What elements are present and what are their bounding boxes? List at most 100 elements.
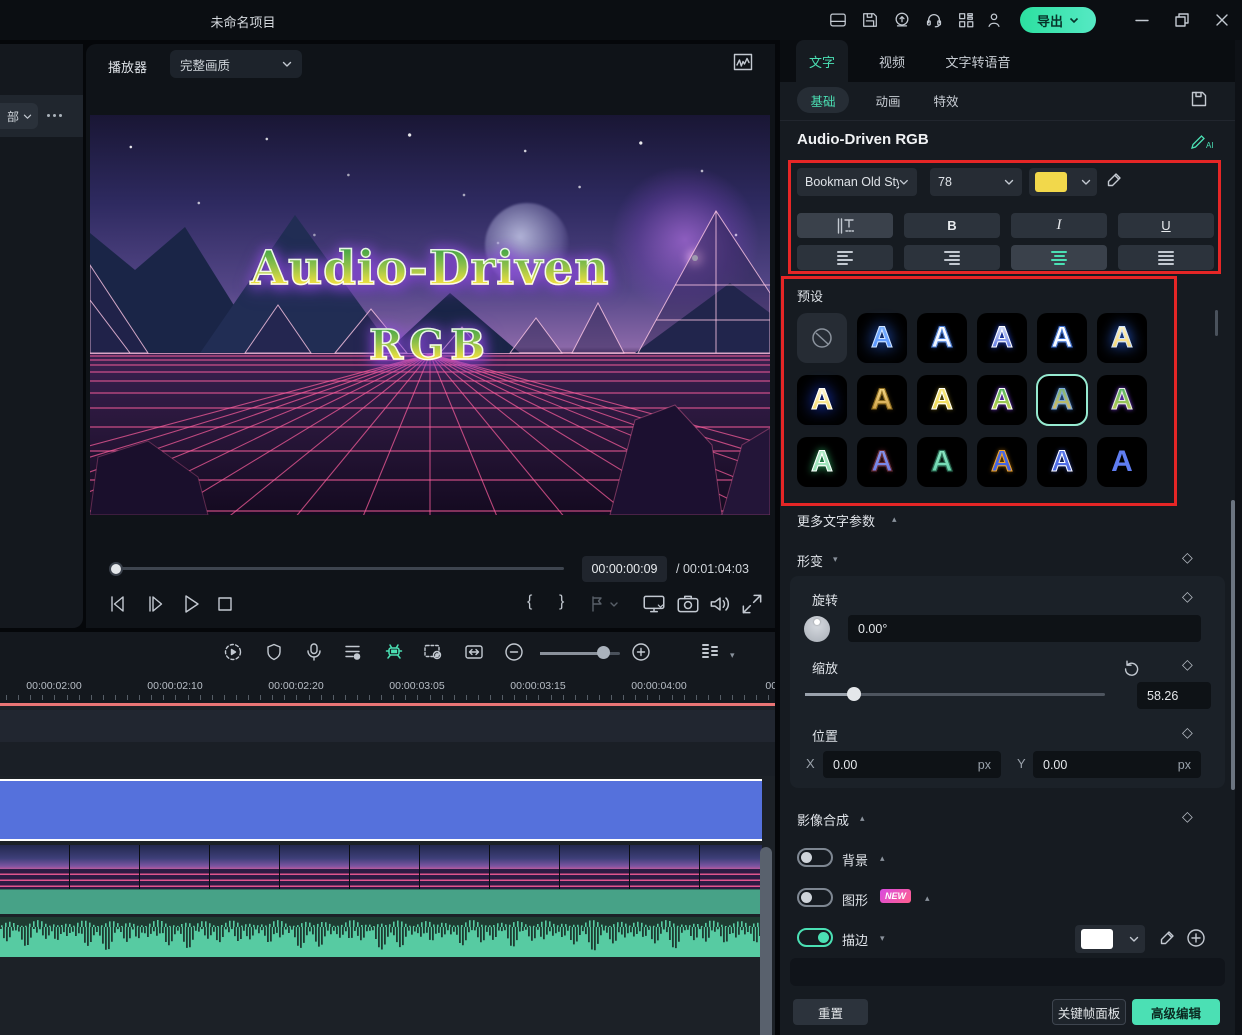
transform-caret-icon[interactable]: ▾ bbox=[833, 554, 838, 565]
advanced-edit-button[interactable]: 高级编辑 bbox=[1132, 999, 1220, 1025]
marker-chevron-icon[interactable] bbox=[608, 591, 620, 617]
add-stroke-icon[interactable] bbox=[1186, 928, 1206, 948]
tab-video[interactable]: 视频 bbox=[866, 40, 918, 82]
save-preset-icon[interactable] bbox=[1190, 90, 1208, 108]
zoom-in-icon[interactable] bbox=[631, 642, 651, 662]
preset-tile[interactable]: A bbox=[1097, 313, 1147, 363]
subtab-effects[interactable]: 特效 bbox=[924, 87, 968, 113]
marker-flag-icon[interactable] bbox=[264, 642, 284, 662]
preset-tile[interactable]: A bbox=[797, 375, 847, 425]
background-caret-icon[interactable]: ▴ bbox=[880, 853, 885, 864]
rotate-knob[interactable] bbox=[804, 616, 830, 642]
preset-tile[interactable]: A bbox=[977, 375, 1027, 425]
track-manager-icon[interactable] bbox=[700, 642, 720, 662]
scale-slider-handle[interactable] bbox=[847, 687, 861, 701]
preset-tile[interactable]: A bbox=[1097, 437, 1147, 487]
volume-button[interactable] bbox=[707, 591, 733, 617]
reset-scale-icon[interactable] bbox=[1121, 658, 1139, 676]
subtab-animation[interactable]: 动画 bbox=[866, 87, 910, 113]
display-device-button[interactable] bbox=[641, 591, 667, 617]
scale-keyframe-icon[interactable]: ◇ bbox=[1182, 656, 1193, 673]
align-justify-button[interactable] bbox=[1118, 245, 1214, 270]
panel-scrollbar[interactable] bbox=[1231, 500, 1235, 790]
transform-keyframe-icon[interactable]: ◇ bbox=[1182, 549, 1193, 566]
text-clip-selected[interactable] bbox=[0, 779, 762, 841]
preset-tile[interactable]: A bbox=[917, 375, 967, 425]
restore-icon[interactable] bbox=[1174, 12, 1190, 28]
shape-caret-icon[interactable]: ▴ bbox=[925, 893, 930, 904]
video-clip[interactable] bbox=[0, 845, 762, 914]
timeline-ruler[interactable]: 00:00:02:0000:00:02:1000:00:02:2000:00:0… bbox=[0, 675, 775, 703]
align-center-button[interactable] bbox=[1011, 245, 1107, 270]
preset-tile[interactable]: A bbox=[857, 437, 907, 487]
audio-clip[interactable] bbox=[0, 917, 762, 957]
seek-track[interactable] bbox=[116, 567, 564, 570]
zoom-out-icon[interactable] bbox=[504, 642, 524, 662]
preset-tile[interactable]: A bbox=[917, 313, 967, 363]
collapse-caret-icon[interactable]: ▴ bbox=[892, 514, 897, 525]
preset-tile[interactable]: A bbox=[917, 437, 967, 487]
track-manager-caret-icon[interactable]: ▾ bbox=[730, 650, 735, 661]
mark-in-button[interactable]: { bbox=[527, 593, 532, 611]
stroke-color-dropdown[interactable] bbox=[1075, 925, 1145, 953]
transform-section-label[interactable]: 形变 bbox=[797, 551, 823, 570]
play-button[interactable] bbox=[178, 591, 204, 617]
video-preview[interactable]: Audio-Driven RGB bbox=[90, 115, 770, 515]
rotate-input[interactable]: 0.00° bbox=[848, 615, 1201, 642]
preset-tile[interactable]: A bbox=[797, 437, 847, 487]
preset-tile[interactable]: A bbox=[1097, 375, 1147, 425]
bold-button[interactable]: B bbox=[904, 213, 1000, 238]
seek-handle[interactable] bbox=[109, 562, 123, 576]
stroke-eyedropper-icon[interactable] bbox=[1158, 929, 1176, 947]
smart-edit-tool-icon[interactable] bbox=[384, 642, 404, 662]
marker-button[interactable] bbox=[586, 591, 608, 617]
shape-toggle[interactable] bbox=[797, 888, 833, 907]
rotate-keyframe-icon[interactable]: ◇ bbox=[1182, 588, 1193, 605]
preset-tile[interactable]: A bbox=[977, 313, 1027, 363]
minimize-icon[interactable] bbox=[1134, 12, 1150, 28]
position-keyframe-icon[interactable]: ◇ bbox=[1182, 724, 1193, 741]
align-right-button[interactable] bbox=[904, 245, 1000, 270]
preset-tile[interactable]: A bbox=[857, 375, 907, 425]
scale-input[interactable]: 58.26 bbox=[1137, 682, 1211, 709]
align-left-button[interactable] bbox=[797, 245, 893, 270]
eyedropper-icon[interactable] bbox=[1105, 171, 1123, 189]
vertical-text-button[interactable] bbox=[797, 213, 893, 238]
preset-tile[interactable]: A bbox=[1037, 437, 1087, 487]
more-options-button[interactable] bbox=[47, 114, 62, 117]
quality-dropdown[interactable]: 完整画质 bbox=[170, 50, 302, 78]
compositing-section-label[interactable]: 影像合成 bbox=[797, 810, 849, 829]
compositing-keyframe-icon[interactable]: ◇ bbox=[1182, 808, 1193, 825]
save-icon[interactable] bbox=[861, 11, 879, 29]
record-voiceover-icon[interactable] bbox=[304, 642, 324, 662]
cloud-upload-icon[interactable] bbox=[893, 11, 911, 29]
headset-icon[interactable] bbox=[925, 11, 943, 29]
preset-tile[interactable]: A bbox=[1037, 375, 1087, 425]
tab-text[interactable]: 文字 bbox=[796, 40, 848, 82]
user-icon[interactable] bbox=[985, 11, 1003, 29]
apps-grid-icon[interactable] bbox=[957, 11, 975, 29]
compositing-caret-icon[interactable]: ▴ bbox=[860, 813, 865, 824]
fit-timeline-icon[interactable] bbox=[464, 642, 484, 662]
previous-frame-button[interactable] bbox=[104, 591, 130, 617]
more-text-params-toggle[interactable]: 更多文字参数 bbox=[797, 511, 875, 530]
close-icon[interactable] bbox=[1214, 12, 1230, 28]
layout-icon[interactable] bbox=[829, 11, 847, 29]
reset-button[interactable]: 重置 bbox=[793, 999, 868, 1025]
preset-tile-none[interactable] bbox=[797, 313, 847, 363]
font-size-dropdown[interactable]: 78 bbox=[930, 168, 1022, 196]
presets-scrollbar[interactable] bbox=[1215, 310, 1218, 336]
italic-button[interactable]: I bbox=[1011, 213, 1107, 238]
snapshot-button[interactable] bbox=[675, 591, 701, 617]
position-x-input[interactable]: 0.00px bbox=[823, 751, 1001, 778]
zoom-slider-handle[interactable] bbox=[597, 646, 610, 659]
export-button[interactable]: 导出 bbox=[1020, 7, 1096, 33]
font-color-dropdown[interactable] bbox=[1029, 168, 1097, 196]
preview-render-icon[interactable] bbox=[423, 642, 443, 662]
font-family-dropdown[interactable]: Bookman Old Sty bbox=[797, 168, 917, 196]
preset-tile[interactable]: A bbox=[1037, 313, 1087, 363]
preset-tile[interactable]: A bbox=[857, 313, 907, 363]
stop-button[interactable] bbox=[212, 591, 238, 617]
subtab-basic[interactable]: 基础 bbox=[797, 87, 849, 113]
timeline-scrollbar[interactable] bbox=[760, 847, 772, 1035]
